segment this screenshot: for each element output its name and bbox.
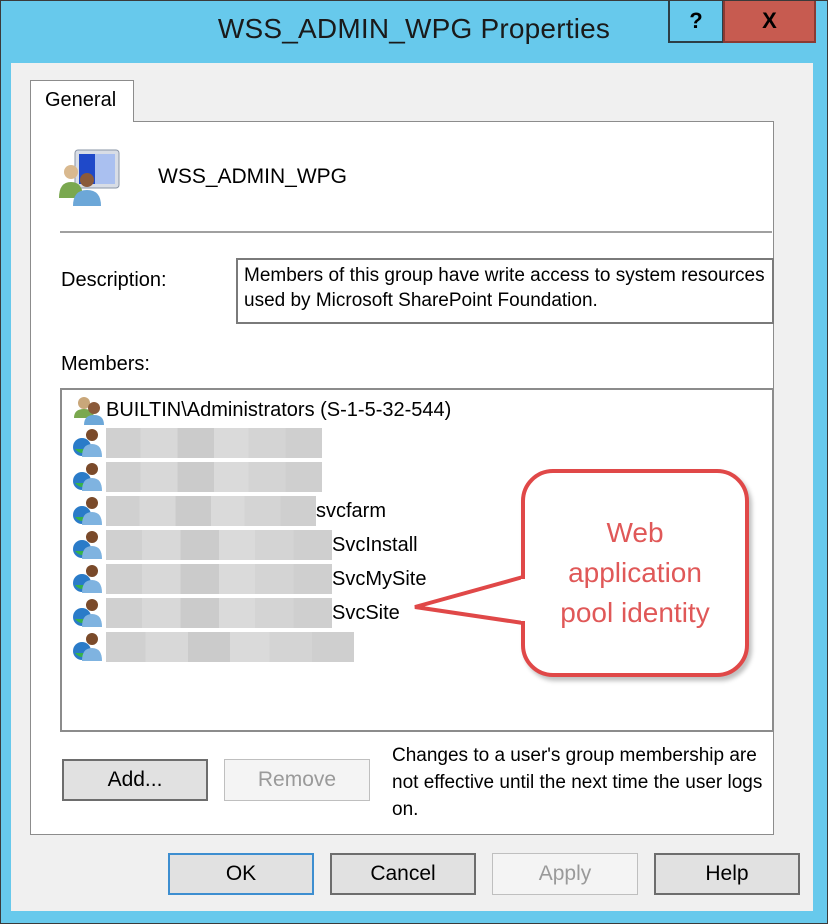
list-item[interactable] <box>72 461 322 493</box>
local-group-icon <box>74 397 104 425</box>
close-icon: X <box>762 8 777 33</box>
remove-button[interactable]: Remove <box>224 759 370 801</box>
description-field[interactable]: Members of this group have write access … <box>236 258 774 324</box>
cancel-button[interactable]: Cancel <box>330 853 476 895</box>
redacted-name <box>106 598 332 628</box>
group-name: WSS_ADMIN_WPG <box>158 165 348 188</box>
list-item[interactable] <box>72 631 354 663</box>
member-name: svcfarm <box>316 499 386 522</box>
list-item[interactable] <box>72 427 322 459</box>
list-item[interactable]: BUILTIN\Administrators (S-1-5-32-544) <box>72 394 451 426</box>
user-group-icon <box>59 149 120 206</box>
question-icon: ? <box>689 8 703 33</box>
redacted-name <box>106 496 316 526</box>
separator <box>60 231 772 233</box>
redacted-name <box>106 530 332 560</box>
redacted-name <box>106 564 332 594</box>
callout-pointer <box>414 574 531 626</box>
members-label: Members: <box>61 353 150 375</box>
ok-button[interactable]: OK <box>168 853 314 895</box>
member-name: SvcInstall <box>332 533 418 556</box>
annotation-text: Web application pool identity <box>560 517 710 628</box>
list-item[interactable]: SvcMySite <box>72 563 426 595</box>
membership-note: Changes to a user's group membership are… <box>392 745 763 820</box>
redacted-name <box>106 632 354 662</box>
redacted-name <box>106 462 322 492</box>
domain-user-icon <box>73 633 102 661</box>
list-item[interactable]: SvcInstall <box>72 529 418 561</box>
properties-dialog: WSS_ADMIN_WPG Properties ? X General WSS… <box>0 0 828 924</box>
domain-user-icon <box>73 531 102 559</box>
list-item[interactable]: SvcSite <box>72 597 400 629</box>
add-button[interactable]: Add... <box>62 759 208 801</box>
domain-user-icon <box>73 565 102 593</box>
domain-user-icon <box>73 463 102 491</box>
domain-user-icon <box>73 599 102 627</box>
annotation-callout: Web application pool identity <box>521 469 749 677</box>
list-item[interactable]: svcfarm <box>72 495 386 527</box>
member-name: BUILTIN\Administrators (S-1-5-32-544) <box>106 398 452 421</box>
help-title-button[interactable]: ? <box>668 1 724 43</box>
domain-user-icon <box>73 429 102 457</box>
apply-button[interactable]: Apply <box>492 853 638 895</box>
tab-general[interactable]: General <box>30 80 134 122</box>
help-button[interactable]: Help <box>654 853 800 895</box>
description-label: Description: <box>61 269 167 291</box>
domain-user-icon <box>73 497 102 525</box>
close-button[interactable]: X <box>723 1 816 43</box>
redacted-name <box>106 428 322 458</box>
member-name: SvcSite <box>332 601 400 624</box>
